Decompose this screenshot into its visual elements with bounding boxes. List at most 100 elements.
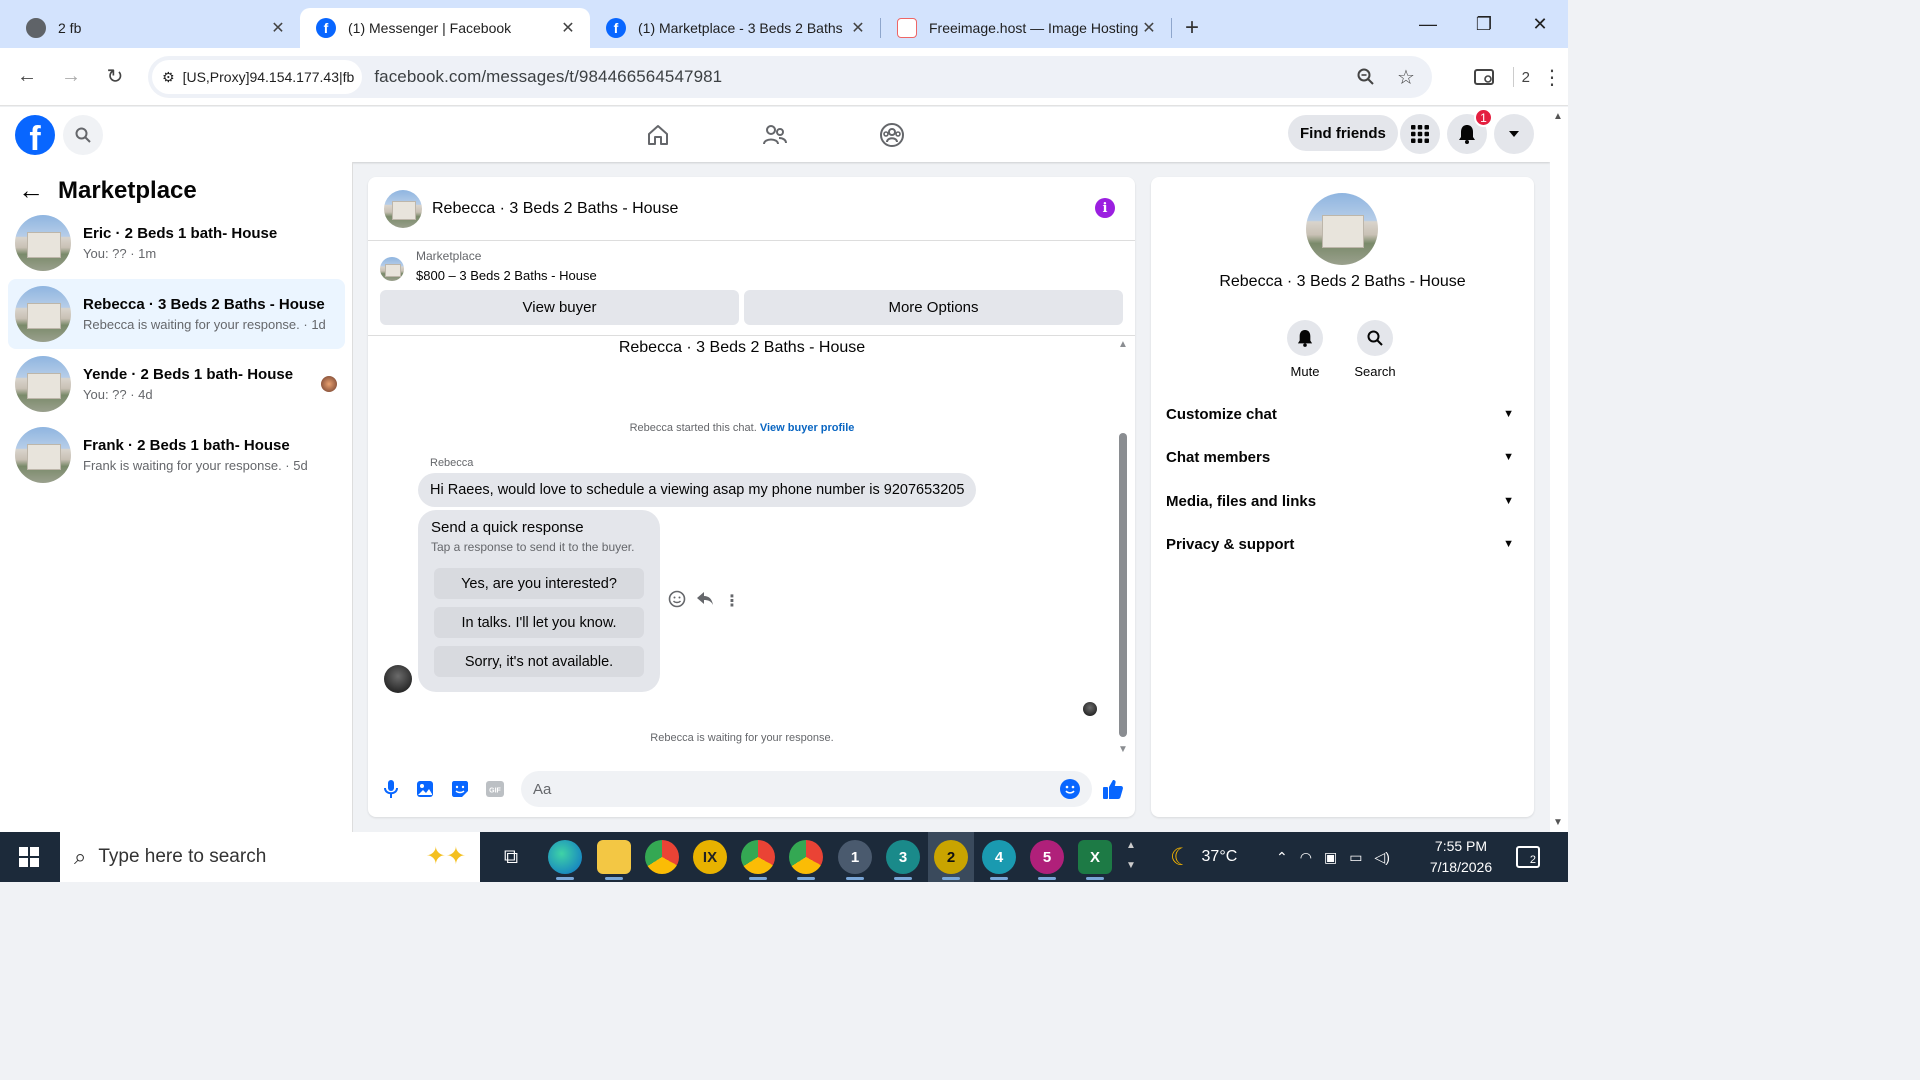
battery-icon[interactable]: ▭ [1349, 849, 1362, 866]
groups-icon[interactable] [872, 115, 912, 155]
view-buyer-profile-link[interactable]: View buyer profile [760, 422, 855, 434]
sticker-icon[interactable] [449, 778, 471, 800]
taskbar-overflow-icon[interactable]: ▲ ▼ [1126, 836, 1136, 876]
photo-icon[interactable] [414, 778, 436, 800]
conversation-item[interactable]: Frank · 2 Beds 1 bath- House Frank is wa… [8, 420, 345, 490]
profile-count[interactable]: 2 [1522, 69, 1530, 86]
excel-icon[interactable]: X [1078, 840, 1112, 880]
notifications-bell-icon[interactable]: 1 [1447, 108, 1493, 154]
facebook-logo[interactable]: f [15, 115, 55, 155]
avatar[interactable] [384, 189, 422, 228]
browser-tab-active[interactable]: f (1) Messenger | Facebook ✕ [300, 8, 590, 48]
forward-arrow-icon[interactable]: → [49, 55, 93, 99]
app-instance-icon[interactable]: 1 [838, 840, 872, 880]
weather-widget[interactable]: ☾ 37°C [1170, 832, 1237, 882]
more-actions-icon[interactable]: ⋮ [724, 591, 740, 611]
tray-overflow-chevron-icon[interactable]: ⌃ [1276, 849, 1288, 866]
find-friends-button[interactable]: Find friends [1288, 115, 1398, 151]
quick-reply-button[interactable]: In talks. I'll let you know. [434, 607, 644, 638]
microphone-icon[interactable] [380, 778, 402, 800]
minimize-icon[interactable]: — [1400, 8, 1456, 40]
taskbar-search-box[interactable]: ⌕ Type here to search ✦✦ [60, 832, 480, 882]
site-info-chip[interactable]: ⚙ [US,Proxy]94.154.177.43|fb [152, 60, 363, 94]
search-icon[interactable] [63, 115, 103, 155]
weather-temp: 37°C [1201, 848, 1238, 865]
search-in-chat-button[interactable]: Search [1345, 320, 1405, 379]
close-tab-icon[interactable]: ✕ [1139, 18, 1159, 38]
edge-browser-icon[interactable] [548, 840, 582, 880]
app-instance-icon[interactable]: 3 [886, 840, 920, 880]
scroll-down-icon[interactable]: ▼ [1553, 817, 1563, 828]
close-tab-icon[interactable]: ✕ [848, 18, 868, 38]
task-view-icon[interactable]: ⧉ [494, 840, 528, 874]
listing-title[interactable]: $800 – 3 Beds 2 Baths - House [416, 268, 597, 283]
section-chat-members[interactable]: Chat members ▼ [1166, 439, 1518, 475]
reply-icon[interactable] [696, 591, 714, 610]
browser-tab[interactable]: f (1) Marketplace - 3 Beds 2 Baths ✕ [590, 8, 880, 48]
file-explorer-icon[interactable] [597, 840, 631, 880]
ix-browser-icon[interactable]: IX [693, 840, 727, 874]
thumbs-up-icon[interactable] [1102, 778, 1124, 800]
menu-grid-icon[interactable] [1400, 114, 1440, 154]
info-icon[interactable]: i [1095, 198, 1115, 218]
conversation-item[interactable]: Yende · 2 Beds 1 bath- House You: ?? · 4… [8, 349, 345, 419]
address-bar[interactable]: ⚙ [US,Proxy]94.154.177.43|fb facebook.co… [148, 56, 1432, 98]
sidebar-header: ← Marketplace [18, 175, 197, 206]
chat-scrollbar[interactable]: ▲ ▼ [1116, 339, 1130, 759]
sender-avatar[interactable] [384, 665, 412, 693]
notification-center-icon[interactable]: 2 [1516, 846, 1540, 868]
home-icon[interactable] [638, 115, 678, 155]
scroll-up-icon[interactable]: ▲ [1553, 111, 1563, 122]
chrome-profile-icon[interactable] [741, 840, 775, 880]
react-emoji-icon[interactable] [668, 590, 686, 611]
close-tab-icon[interactable]: ✕ [558, 18, 578, 38]
more-options-button[interactable]: More Options [744, 290, 1123, 325]
tab-search-icon[interactable] [1463, 55, 1507, 99]
volume-icon[interactable]: ◁) [1374, 849, 1389, 866]
chat-title[interactable]: Rebecca · 3 Beds 2 Baths - House [432, 200, 678, 218]
friends-icon[interactable] [755, 115, 795, 155]
page-scrollbar[interactable]: ▲ ▼ [1550, 107, 1568, 832]
menu-kebab-icon[interactable]: ⋮ [1536, 55, 1568, 99]
meet-now-icon[interactable]: ▣ [1324, 849, 1337, 866]
message-input[interactable]: Aa [521, 771, 1092, 807]
taskbar-clock[interactable]: 7:55 PM 7/18/2026 [1418, 836, 1504, 878]
account-caret-icon[interactable] [1494, 114, 1534, 154]
quick-reply-button[interactable]: Sorry, it's not available. [434, 646, 644, 677]
chrome-icon[interactable] [645, 840, 679, 874]
message-bubble[interactable]: Hi Raees, would love to schedule a viewi… [418, 473, 977, 507]
close-window-icon[interactable]: ✕ [1512, 8, 1568, 40]
restore-icon[interactable]: ❐ [1456, 8, 1512, 40]
chrome-profile-icon[interactable] [789, 840, 823, 880]
back-arrow-icon[interactable]: ← [18, 175, 44, 206]
reload-icon[interactable]: ↻ [93, 55, 137, 99]
quick-reply-button[interactable]: Yes, are you interested? [434, 568, 644, 599]
scroll-up-icon[interactable]: ▲ [1116, 339, 1130, 350]
url-text[interactable]: facebook.com/messages/t/984466564547981 [374, 67, 722, 87]
conversation-item-selected[interactable]: Rebecca · 3 Beds 2 Baths - House Rebecca… [8, 279, 345, 349]
app-instance-icon-active[interactable]: 2 [934, 840, 968, 880]
new-tab-button[interactable]: + [1172, 8, 1212, 48]
scrollbar-thumb[interactable] [1119, 433, 1127, 737]
windows-start-icon[interactable] [0, 832, 58, 882]
section-customize-chat[interactable]: Customize chat ▼ [1166, 396, 1518, 432]
scroll-down-icon[interactable]: ▼ [1116, 744, 1130, 755]
back-arrow-icon[interactable]: ← [5, 55, 49, 99]
view-buyer-button[interactable]: View buyer [380, 290, 739, 325]
bookmark-star-icon[interactable]: ☆ [1388, 59, 1424, 95]
clock-time: 7:55 PM [1434, 838, 1488, 854]
browser-tab[interactable]: 2 fb ✕ [10, 8, 300, 48]
gif-icon[interactable]: GIF [484, 778, 506, 800]
section-media-files-links[interactable]: Media, files and links ▼ [1166, 483, 1518, 519]
app-instance-icon[interactable]: 4 [982, 840, 1016, 880]
conversation-item[interactable]: Eric · 2 Beds 1 bath- House You: ?? · 1m [8, 208, 345, 278]
browser-tab[interactable]: Freeimage.host — Image Hosting ✕ [881, 8, 1171, 48]
zoom-icon[interactable] [1348, 59, 1384, 95]
wifi-icon[interactable]: ◠ [1300, 849, 1312, 866]
close-tab-icon[interactable]: ✕ [268, 18, 288, 38]
app-instance-icon[interactable]: 5 [1030, 840, 1064, 880]
emoji-icon[interactable] [1060, 779, 1080, 799]
section-privacy-support[interactable]: Privacy & support ▼ [1166, 526, 1518, 562]
avatar[interactable] [1306, 193, 1378, 265]
mute-button[interactable]: Mute [1275, 320, 1335, 379]
